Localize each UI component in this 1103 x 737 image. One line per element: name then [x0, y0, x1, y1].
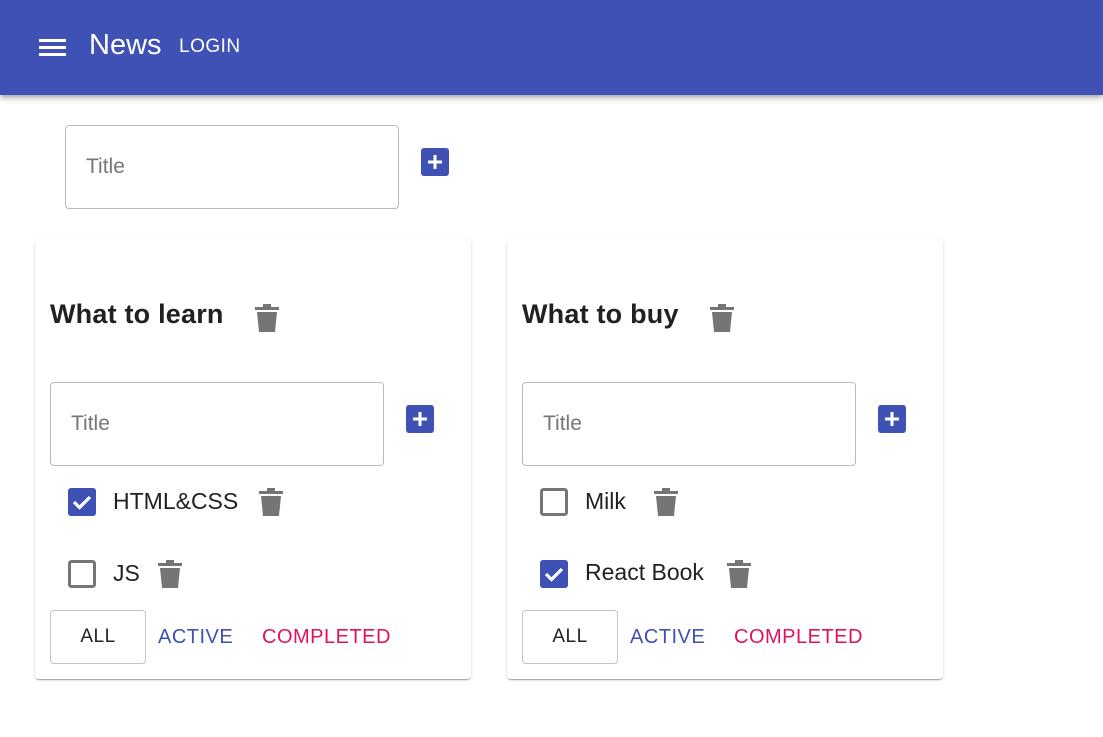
checkbox-unchecked-icon	[68, 560, 96, 588]
delete-task-button[interactable]	[654, 488, 678, 516]
task-label: React Book	[585, 559, 704, 585]
todolist-title: What to learn	[50, 299, 224, 329]
add-box-icon	[878, 405, 906, 433]
trash-icon	[727, 560, 751, 588]
menu-icon[interactable]	[38, 37, 68, 59]
task-title-field[interactable]	[522, 382, 856, 466]
todolist-card: What to buy Milk	[507, 239, 943, 679]
filter-active-button[interactable]: ACTIVE	[158, 626, 233, 649]
app-title: News	[89, 29, 162, 61]
delete-task-button[interactable]	[158, 560, 182, 588]
add-box-icon	[421, 148, 449, 176]
todolist-card: What to learn HTML&CSS	[35, 239, 471, 679]
filter-all-button[interactable]: ALL	[522, 610, 618, 664]
task-title-field[interactable]	[50, 382, 384, 466]
new-list-title-input[interactable]	[66, 126, 398, 208]
filter-completed-button[interactable]: COMPLETED	[734, 626, 863, 649]
task-title-input[interactable]	[523, 383, 855, 465]
filter-active-button[interactable]: ACTIVE	[630, 626, 705, 649]
add-box-icon	[406, 405, 434, 433]
delete-task-button[interactable]	[727, 560, 751, 588]
checkbox-unchecked-icon	[540, 488, 568, 516]
task-checkbox[interactable]	[540, 560, 568, 588]
delete-task-button[interactable]	[259, 488, 283, 516]
checkbox-checked-icon	[68, 488, 96, 516]
filter-all-button[interactable]: ALL	[50, 610, 146, 664]
add-task-button[interactable]	[878, 405, 906, 433]
task-title-input[interactable]	[51, 383, 383, 465]
new-list-title-field[interactable]	[65, 125, 399, 209]
task-label: JS	[113, 560, 140, 586]
task-label: HTML&CSS	[113, 488, 239, 514]
add-list-button[interactable]	[421, 148, 449, 176]
add-task-button[interactable]	[406, 405, 434, 433]
app-bar: News LOGIN	[0, 0, 1103, 95]
login-button[interactable]: LOGIN	[179, 36, 241, 58]
task-label: Milk	[585, 488, 626, 514]
task-checkbox[interactable]	[68, 560, 96, 588]
trash-icon	[158, 560, 182, 588]
delete-list-button[interactable]	[710, 304, 734, 332]
trash-icon	[710, 304, 734, 332]
trash-icon	[259, 488, 283, 516]
trash-icon	[255, 304, 279, 332]
todolist-title: What to buy	[522, 299, 679, 329]
trash-icon	[654, 488, 678, 516]
filter-completed-button[interactable]: COMPLETED	[262, 626, 391, 649]
task-checkbox[interactable]	[540, 488, 568, 516]
task-checkbox[interactable]	[68, 488, 96, 516]
delete-list-button[interactable]	[255, 304, 279, 332]
checkbox-checked-icon	[540, 560, 568, 588]
